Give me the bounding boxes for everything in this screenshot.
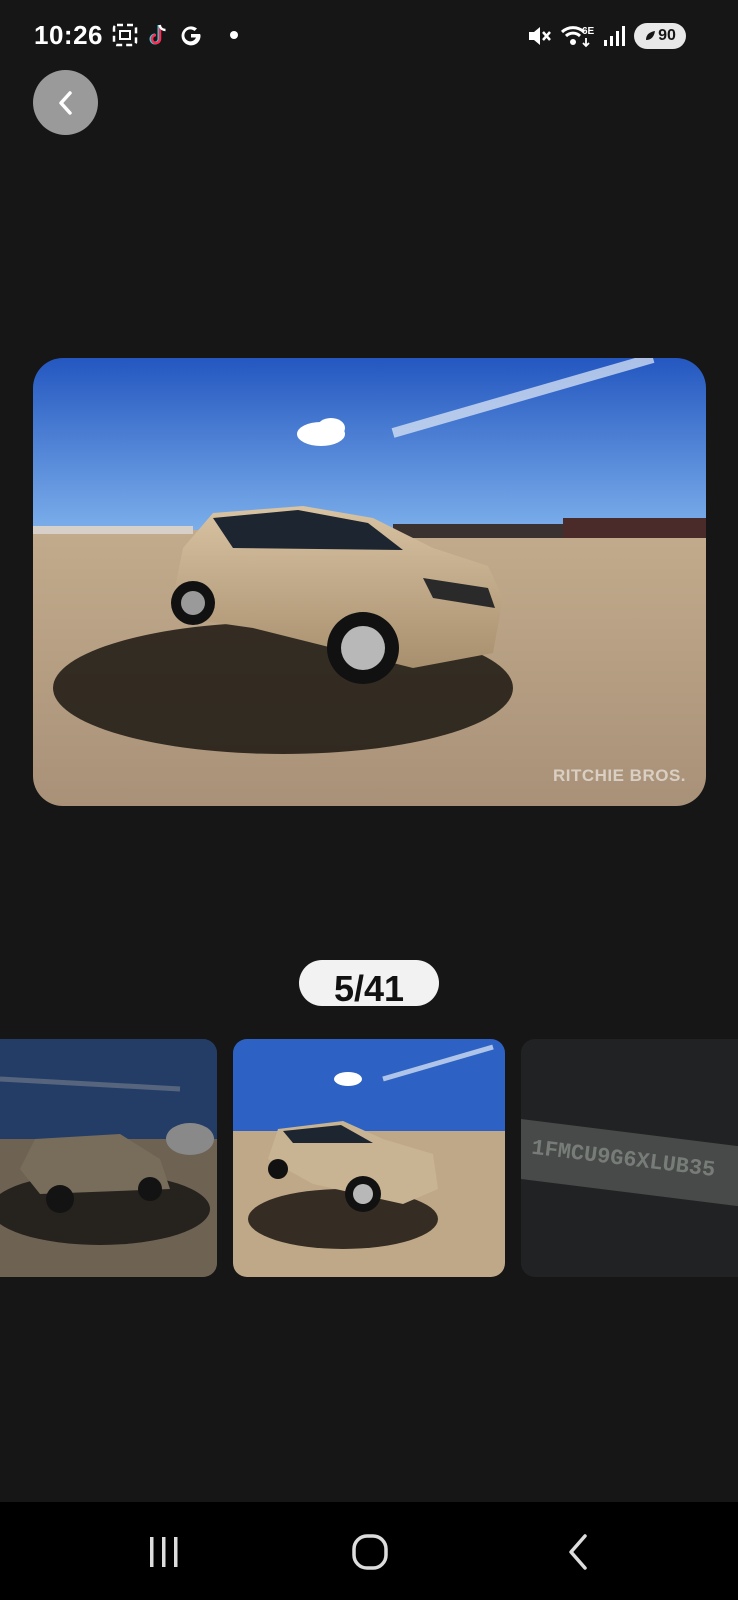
home-button[interactable]	[340, 1532, 400, 1572]
status-right-icons: 6E 90	[526, 22, 686, 50]
tiktok-icon	[149, 24, 166, 45]
status-bar: 10:26 6E 90	[0, 0, 738, 76]
wifi-6e-icon: 6E	[560, 26, 594, 48]
photo-watermark: RITCHIE BROS.	[552, 766, 686, 785]
screenshot-icon	[112, 23, 138, 47]
recents-button[interactable]	[134, 1532, 194, 1572]
back-button[interactable]	[33, 70, 98, 135]
photo-counter: 5/41	[299, 960, 439, 1006]
recents-icon	[150, 1537, 178, 1567]
home-icon	[352, 1534, 388, 1570]
vin-text: 1FMCU9G6XLUB35	[530, 1136, 717, 1183]
mute-icon	[529, 27, 551, 45]
signal-icon	[604, 26, 625, 46]
status-left-icons	[112, 22, 238, 48]
thumb-front-image	[233, 1039, 505, 1277]
vehicle-photo	[33, 358, 706, 806]
main-photo[interactable]: RITCHIE BROS.	[33, 358, 706, 806]
thumbnail-strip[interactable]: 1FMCU9G6XLUB35	[0, 1039, 738, 1277]
thumb-vin-plate[interactable]: 1FMCU9G6XLUB35	[521, 1039, 738, 1277]
back-icon	[569, 1534, 587, 1570]
navigation-bar	[0, 1502, 738, 1600]
thumb-front-view[interactable]	[233, 1039, 505, 1277]
leaf-icon	[646, 31, 656, 40]
battery-icon: 90	[634, 23, 686, 49]
notification-dot	[230, 31, 238, 39]
svg-text:6E: 6E	[582, 26, 594, 37]
status-time: 10:26	[34, 20, 103, 50]
thumb-rear-image	[0, 1039, 217, 1277]
thumb-rear-view[interactable]	[0, 1039, 217, 1277]
battery-level: 90	[658, 27, 676, 44]
thumb-vin-image: 1FMCU9G6XLUB35	[521, 1039, 738, 1277]
system-back-button[interactable]	[548, 1532, 608, 1572]
google-icon	[181, 26, 201, 46]
chevron-left-icon	[58, 90, 72, 115]
